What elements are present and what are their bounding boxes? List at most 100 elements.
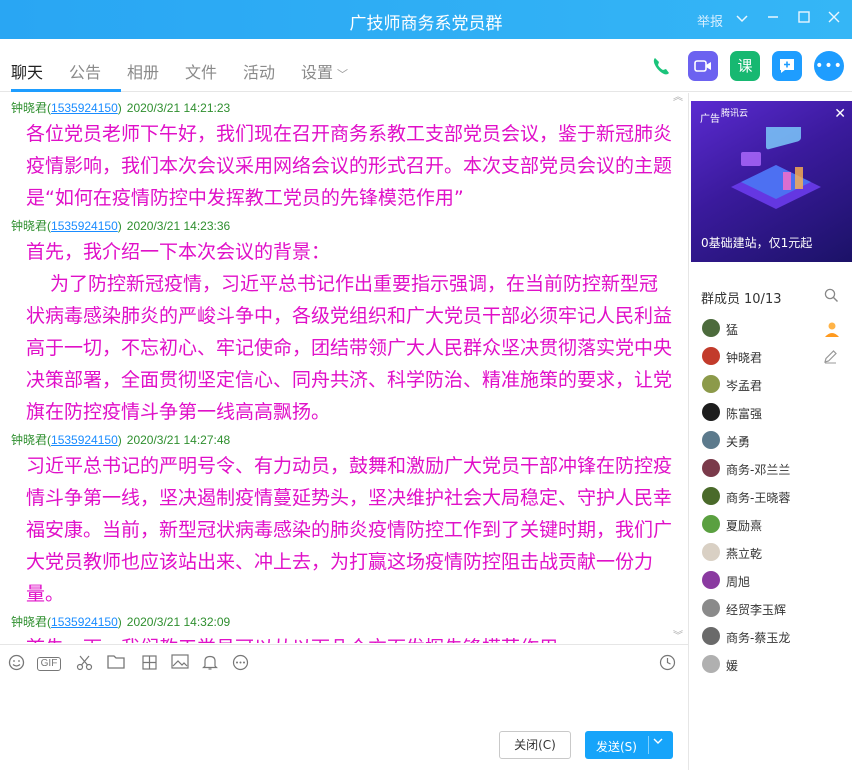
avatar[interactable]	[702, 627, 720, 645]
folder-icon[interactable]	[106, 654, 126, 674]
right-panel: 广告 腾讯云 ✕ 0基础建站，仅1元起 群成员 10/13 猛钟晓君岑孟君陈富强关…	[688, 93, 852, 770]
minimize-icon[interactable]	[762, 8, 784, 30]
avatar[interactable]	[702, 655, 720, 673]
input-toolbar: GIF	[0, 644, 688, 680]
member-item[interactable]: 商务-王晓蓉	[702, 487, 842, 507]
gif-icon[interactable]: GIF	[37, 657, 61, 671]
message-line: 大党员教师也应该站出来、冲上去，为打赢这场疫情防控阻击战贡献一份力	[26, 551, 654, 573]
message-header: 钟晓君(1535924150) 2020/3/21 14:23:36	[11, 219, 231, 233]
member-item[interactable]: 夏励熹	[702, 515, 842, 535]
member-item[interactable]: 燕立乾	[702, 543, 842, 563]
sender-name[interactable]: 钟晓君	[11, 219, 47, 233]
close-icon[interactable]	[823, 8, 845, 30]
ad-close-icon[interactable]: ✕	[834, 106, 846, 122]
more-icon[interactable]	[230, 654, 250, 674]
avatar[interactable]	[702, 459, 720, 477]
tab-settings-label: 设置	[301, 63, 334, 82]
member-list-header: 群成员 10/13	[701, 288, 781, 307]
avatar[interactable]	[702, 347, 720, 365]
message-line: 各位党员老师下午好，我们现在召开商务系教工支部党员会议，鉴于新冠肺炎	[26, 123, 673, 145]
member-item[interactable]: 媛	[702, 655, 842, 675]
member-item[interactable]: 陈富强	[702, 403, 842, 423]
video-icon[interactable]	[688, 51, 718, 81]
message-time: 2020/3/21 14:27:48	[126, 433, 231, 447]
member-name: 钟晓君	[726, 351, 763, 365]
message-header: 钟晓君(1535924150) 2020/3/21 14:27:48	[11, 433, 231, 447]
report-link[interactable]: 举报	[697, 11, 723, 30]
tab-announcement[interactable]: 公告	[69, 59, 101, 83]
message-line: 高于一切，不忘初心、牢记使命，团结带领广大人民群众坚决贯彻落实党中央	[26, 337, 673, 359]
bell-icon[interactable]	[200, 654, 220, 674]
chat-history[interactable]: ︽ 钟晓君(1535924150) 2020/3/21 14:21:23 各位党员…	[0, 93, 688, 643]
member-name: 经贸李玉辉	[726, 603, 787, 617]
chevron-down-icon[interactable]	[653, 737, 663, 748]
more-icon[interactable]: •••	[814, 51, 844, 81]
member-name: 商务-邓兰兰	[726, 463, 791, 477]
scroll-up-icon[interactable]: ︽	[672, 93, 684, 103]
screenshot-icon[interactable]	[139, 654, 159, 674]
message-line: 量。	[26, 583, 65, 605]
history-icon[interactable]	[657, 654, 677, 674]
divider	[648, 736, 649, 754]
member-name: 夏励熹	[726, 519, 763, 533]
message-line: 是“如何在疫情防控中发挥教工党员的先锋模范作用”	[26, 187, 464, 209]
avatar[interactable]	[702, 571, 720, 589]
avatar[interactable]	[702, 599, 720, 617]
member-name: 周旭	[726, 575, 751, 589]
sender-qq-link[interactable]: 1535924150	[51, 615, 118, 629]
member-name: 猛	[726, 323, 739, 337]
avatar[interactable]	[702, 543, 720, 561]
image-icon[interactable]	[170, 654, 190, 674]
send-button-label: 发送(S)	[596, 740, 637, 754]
member-item[interactable]: 经贸李玉辉	[702, 599, 842, 619]
send-button[interactable]: 发送(S)	[585, 731, 673, 759]
ad-illustration	[731, 127, 821, 209]
edit-icon[interactable]	[823, 349, 838, 368]
ad-banner[interactable]: 广告 腾讯云 ✕ 0基础建站，仅1元起	[691, 101, 852, 262]
sender-qq-link[interactable]: 1535924150	[51, 219, 118, 233]
maximize-icon[interactable]	[793, 8, 815, 30]
message-line: 为了防控新冠疫情，习近平总书记作出重要指示强调，在当前防控新型冠	[50, 273, 659, 295]
tab-activity[interactable]: 活动	[243, 59, 275, 83]
sender-name[interactable]: 钟晓君	[11, 101, 47, 115]
scroll-down-icon[interactable]: ︾	[672, 632, 684, 642]
avatar[interactable]	[702, 375, 720, 393]
member-item[interactable]: 商务-邓兰兰	[702, 459, 842, 479]
member-item[interactable]: 岑孟君	[702, 375, 842, 395]
member-item[interactable]: 猛	[702, 319, 842, 339]
avatar[interactable]	[702, 515, 720, 533]
tab-album[interactable]: 相册	[127, 59, 159, 83]
tab-files[interactable]: 文件	[185, 59, 217, 83]
avatar[interactable]	[702, 431, 720, 449]
title-bar: 广技师商务系党员群 举报	[0, 0, 852, 39]
close-button[interactable]: 关闭(C)	[499, 731, 571, 759]
sender-name[interactable]: 钟晓君	[11, 615, 47, 629]
avatar[interactable]	[702, 487, 720, 505]
scissors-icon[interactable]	[74, 654, 94, 674]
course-icon[interactable]: 课	[730, 51, 760, 81]
member-item[interactable]: 钟晓君	[702, 347, 842, 367]
member-item[interactable]: 关勇	[702, 431, 842, 451]
member-item[interactable]: 商务-蔡玉龙	[702, 627, 842, 647]
chevron-down-icon[interactable]	[731, 8, 753, 30]
sender-qq-link[interactable]: 1535924150	[51, 101, 118, 115]
emoji-icon[interactable]	[6, 654, 26, 674]
add-member-icon[interactable]	[823, 320, 841, 342]
chat-add-icon[interactable]	[772, 51, 802, 81]
tab-chat[interactable]: 聊天	[11, 59, 43, 83]
message-line: 状病毒感染肺炎的严峻斗争中，各级党组织和广大党员干部必须牢记人民利益	[26, 305, 673, 327]
member-name: 燕立乾	[726, 547, 763, 561]
sender-qq-link[interactable]: 1535924150	[51, 433, 118, 447]
search-icon[interactable]	[824, 288, 839, 307]
message-line: 首先，下一我们教工党员可以从以下几个方面发挥先锋模范作用	[26, 632, 676, 643]
tab-bar: 聊天 公告 相册 文件 活动 设置 ﹀ 课 •••	[0, 39, 852, 92]
phone-icon[interactable]	[646, 51, 676, 81]
sender-name[interactable]: 钟晓君	[11, 433, 47, 447]
ad-brand: 腾讯云	[721, 109, 749, 119]
tab-settings[interactable]: 设置 ﹀	[301, 59, 348, 83]
message-body: 首先，下一我们教工党员可以从以下几个方面发挥先锋模范作用	[26, 632, 676, 643]
avatar[interactable]	[702, 403, 720, 421]
member-item[interactable]: 周旭	[702, 571, 842, 591]
avatar[interactable]	[702, 319, 720, 337]
message-line: 习近平总书记的严明号令、有力动员，鼓舞和激励广大党员干部冲锋在防控疫	[26, 455, 673, 477]
